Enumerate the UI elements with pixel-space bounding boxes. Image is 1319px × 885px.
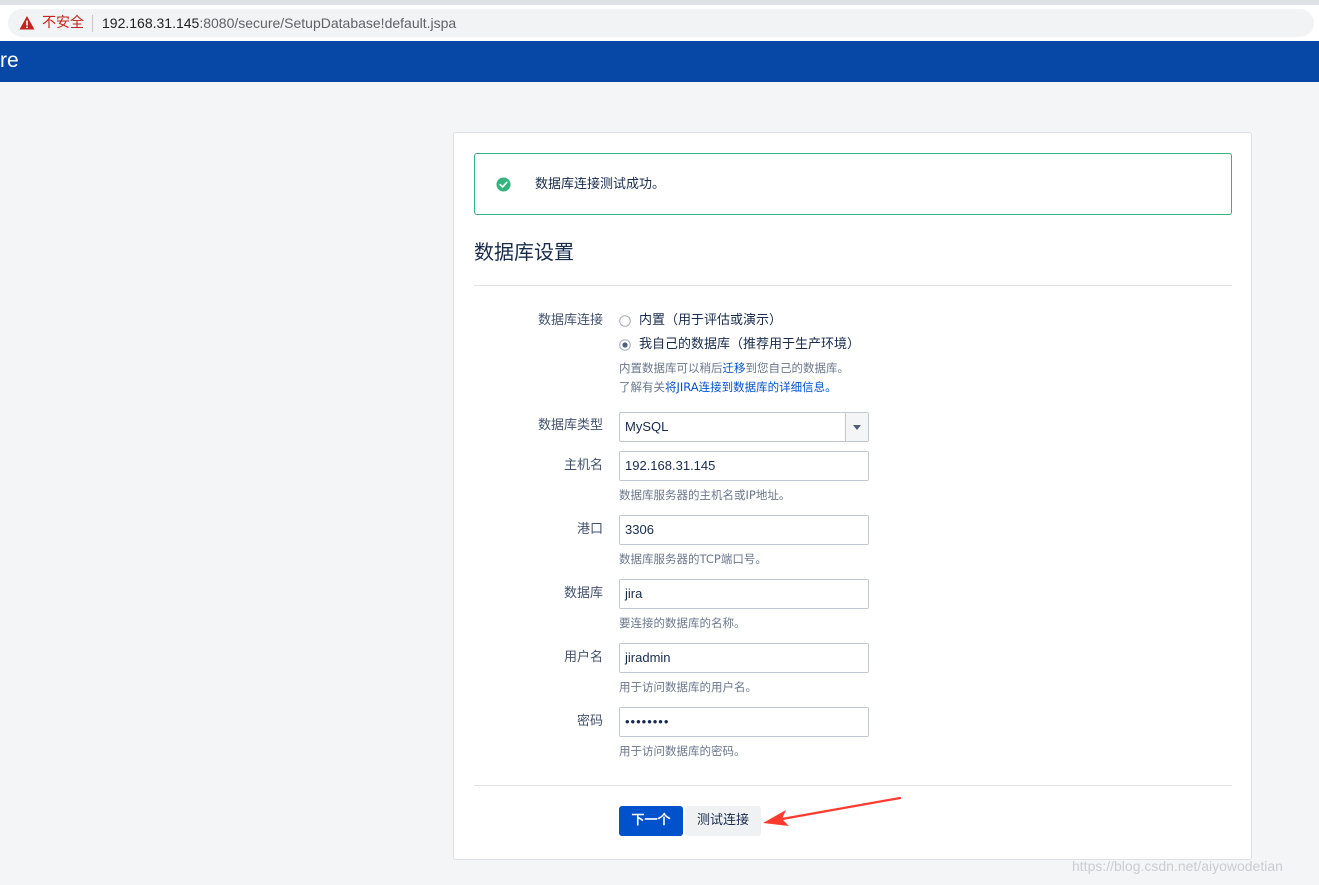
database-description: 要连接的数据库的名称。 — [619, 616, 746, 630]
radio-own-database-label[interactable]: 我自己的数据库（推荐用于生产环境） — [639, 336, 860, 354]
port-description: 数据库服务器的TCP端口号。 — [619, 552, 767, 566]
database-input[interactable]: jira — [619, 579, 869, 609]
address-divider — [92, 15, 93, 32]
password-description: 用于访问数据库的密码。 — [619, 744, 746, 758]
title-divider — [474, 285, 1232, 286]
url-path: :8080/secure/SetupDatabase!default.jspa — [199, 15, 457, 31]
database-label: 数据库 — [563, 586, 603, 601]
page-title: 数据库设置 — [474, 240, 574, 264]
radio-builtin-label[interactable]: 内置（用于评估或演示） — [639, 312, 782, 330]
test-connection-button[interactable]: 测试连接 — [685, 806, 761, 836]
username-label: 用户名 — [563, 650, 603, 665]
desc-suffix: 到您自己的数据库。 — [745, 361, 850, 375]
dropdown-arrow[interactable] — [845, 413, 868, 441]
next-button[interactable]: 下一个 — [619, 806, 683, 836]
learn-prefix: 了解有关 — [619, 380, 665, 394]
password-input[interactable]: •••••••• — [619, 707, 869, 737]
port-input[interactable]: 3306 — [619, 515, 869, 545]
migrate-link[interactable]: 迁移 — [723, 361, 746, 375]
username-input[interactable]: jiradmin — [619, 643, 869, 673]
url-host: 192.168.31.145 — [102, 15, 200, 31]
learn-more-link[interactable]: 将JIRA连接到数据库的详细信息。 — [665, 380, 837, 394]
setup-card: 数据库连接测试成功。 数据库设置 数据库连接 内置（用于评估或演示） 我自己的数… — [453, 132, 1252, 860]
db-type-select[interactable]: MySQL — [619, 412, 869, 442]
learn-more: 了解有关将JIRA连接到数据库的详细信息。 — [619, 379, 837, 395]
connection-description: 内置数据库可以稍后迁移到您自己的数据库。 — [619, 360, 849, 376]
browser-address-bar: 不安全 192.168.31.145:8080/secure/SetupData… — [0, 5, 1319, 42]
watermark: https://blog.csdn.net/aiyowodetian — [1072, 858, 1283, 874]
header-brand[interactable]: re — [0, 49, 19, 73]
buttons-divider — [474, 785, 1232, 786]
desc-prefix: 内置数据库可以稍后 — [619, 361, 723, 375]
db-type-value: MySQL — [625, 419, 669, 434]
not-secure-label[interactable]: 不安全 — [42, 15, 84, 31]
success-message: 数据库连接测试成功。 — [474, 153, 1232, 215]
warning-icon[interactable] — [19, 15, 35, 31]
host-description: 数据库服务器的主机名或IP地址。 — [619, 488, 791, 502]
check-circle-icon — [496, 177, 511, 192]
radio-own-database[interactable] — [619, 339, 631, 351]
password-label: 密码 — [576, 714, 603, 729]
connection-label: 数据库连接 — [537, 313, 603, 328]
annotation-arrow-icon — [763, 796, 902, 826]
success-message-text: 数据库连接测试成功。 — [535, 177, 666, 192]
url-text[interactable]: 192.168.31.145:8080/secure/SetupDatabase… — [102, 15, 456, 31]
radio-builtin[interactable] — [619, 315, 631, 327]
app-header: re — [0, 41, 1319, 82]
host-label: 主机名 — [563, 458, 603, 473]
port-label: 港口 — [576, 522, 603, 537]
username-description: 用于访问数据库的用户名。 — [619, 680, 757, 694]
db-type-label: 数据库类型 — [537, 418, 603, 433]
host-input[interactable]: 192.168.31.145 — [619, 451, 869, 481]
chevron-down-icon — [853, 425, 861, 430]
